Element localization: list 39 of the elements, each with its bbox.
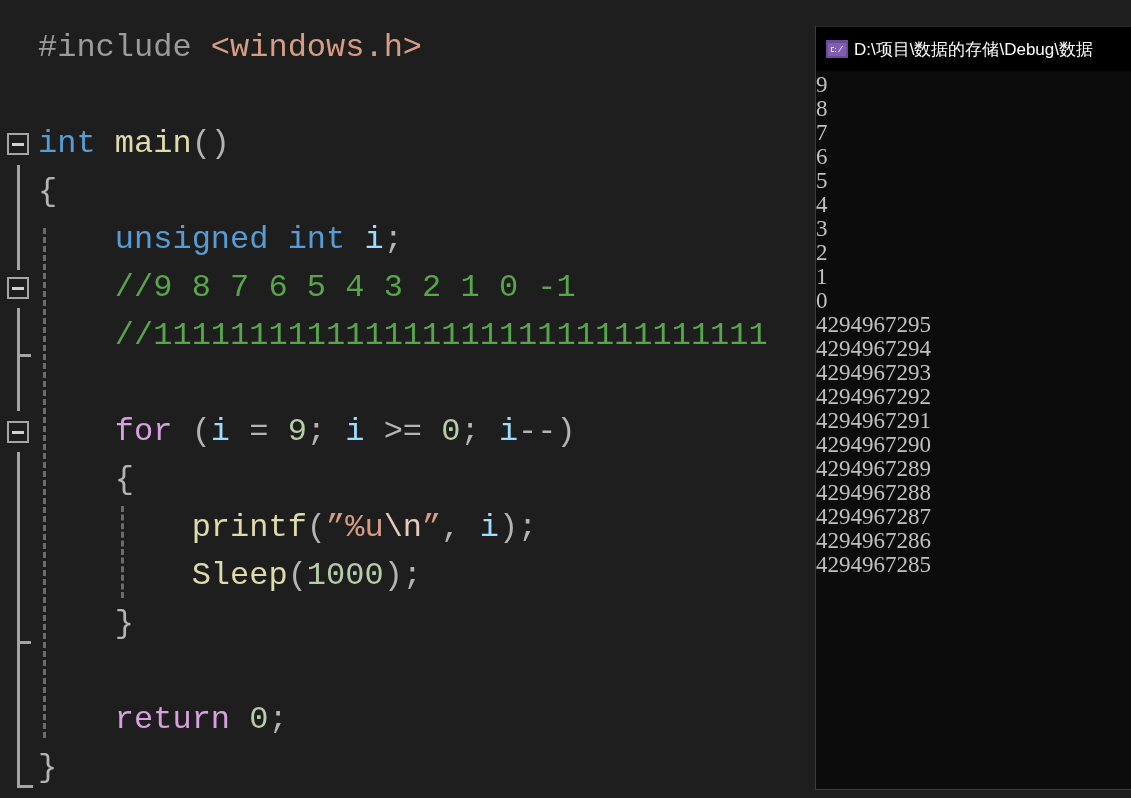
code-line: { [113,460,134,500]
output-line: 1 [816,265,829,289]
code-line: return 0; [113,700,288,740]
code-line: { [38,172,58,212]
output-line: 4294967295 [816,313,932,337]
output-line: 9 [816,73,829,97]
output-line: 0 [816,289,829,313]
collapse-icon[interactable] [7,277,29,299]
code-line: printf(”%u\n”, i); [190,508,538,548]
code-line: Sleep(1000); [190,556,423,596]
output-line: 4 [816,193,829,217]
console-icon [826,40,848,58]
code-line: //11111111111111111111111111111111 [113,316,768,356]
output-line: 2 [816,241,829,265]
output-line: 4294967287 [816,505,932,529]
output-line: 4294967290 [816,433,932,457]
output-line: 4294967293 [816,361,932,385]
output-line: 4294967288 [816,481,932,505]
output-line: 3 [816,217,829,241]
output-line: 6 [816,145,829,169]
code-line: //9 8 7 6 5 4 3 2 1 0 -1 [113,268,576,308]
output-line: 4294967292 [816,385,932,409]
code-line: unsigned int i; [113,220,403,260]
code-line: } [113,604,134,644]
output-line: 5 [816,169,829,193]
output-line: 7 [816,121,829,145]
collapse-icon[interactable] [7,421,29,443]
output-line: 4294967291 [816,409,932,433]
code-line: } [38,748,58,788]
code-line: for (i = 9; i >= 0; i--) [113,412,576,452]
output-line: 4294967289 [816,457,932,481]
collapse-icon[interactable] [7,133,29,155]
output-line: 4294967294 [816,337,932,361]
code-line: int main() [38,124,231,164]
output-line: 8 [816,97,829,121]
window-title: D:\项目\数据的存储\Debug\数据 [854,38,1093,61]
code-line: #include <windows.h> [38,28,423,68]
output-line: 4294967285 [816,553,932,577]
output-line: 4294967286 [816,529,932,553]
